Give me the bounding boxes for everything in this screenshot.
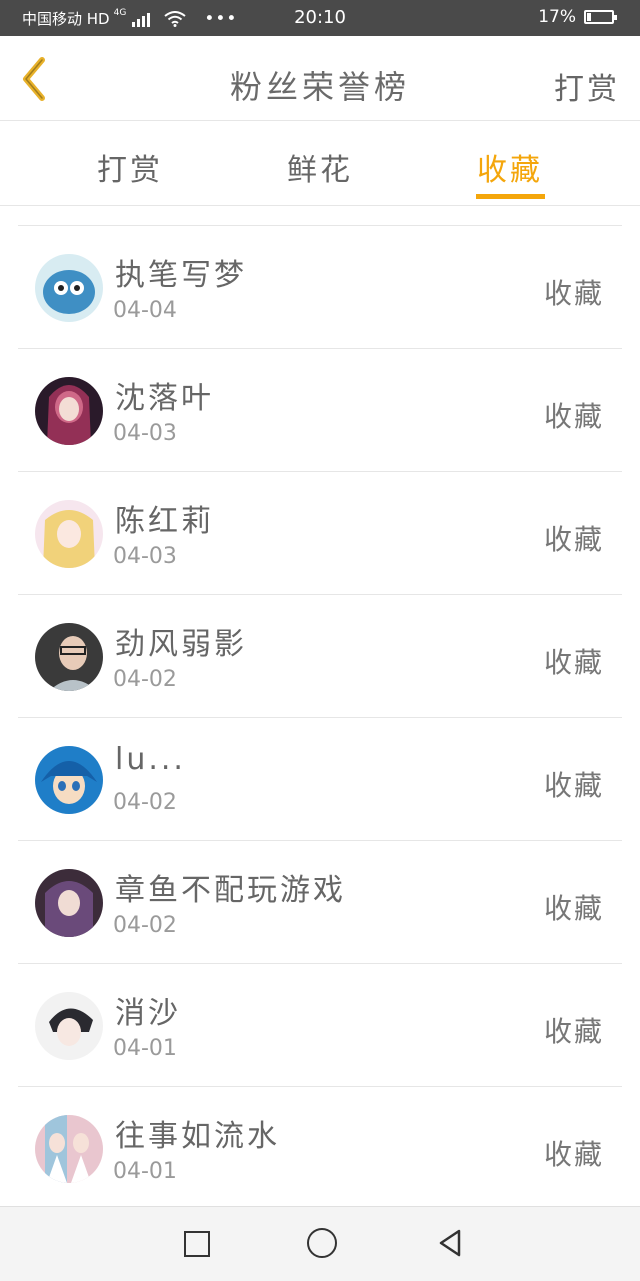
avatar	[35, 623, 103, 691]
avatar	[35, 1115, 103, 1183]
recents-square-icon[interactable]	[184, 1231, 210, 1257]
avatar	[35, 992, 103, 1060]
reward-button[interactable]: 打赏	[554, 64, 620, 108]
list-item[interactable]: 章鱼不配玩游戏 04-02 收藏	[18, 841, 622, 964]
list-item[interactable]: lu... 04-02 收藏	[18, 718, 622, 841]
avatar	[35, 500, 103, 568]
tab-reward[interactable]: 打赏	[70, 145, 190, 189]
fan-action: 收藏	[543, 523, 604, 556]
avatar	[35, 746, 103, 814]
fan-date: 04-01	[113, 1159, 177, 1184]
fan-name: 消沙	[115, 996, 181, 1031]
list-item[interactable]: 执笔写梦 04-04 收藏	[18, 226, 622, 349]
fan-name: 陈红莉	[115, 504, 214, 539]
avatar	[35, 869, 103, 937]
list-item[interactable]: 消沙 04-01 收藏	[18, 964, 622, 1087]
back-triangle-icon[interactable]	[436, 1227, 464, 1259]
fan-date: 04-02	[113, 913, 177, 938]
app-header: 粉丝荣誉榜 打赏	[0, 36, 640, 121]
list-item[interactable]: 往事如流水 04-01 收藏	[18, 1087, 622, 1210]
fan-action: 收藏	[543, 1138, 604, 1171]
fan-date: 04-03	[113, 421, 177, 446]
active-tab-indicator	[476, 194, 545, 199]
fan-date: 04-03	[113, 544, 177, 569]
fan-list: 执笔写梦 04-04 收藏 沈落叶 04-03 收藏 陈红莉 04-03 收藏 …	[18, 225, 622, 1210]
home-circle-icon[interactable]	[307, 1228, 337, 1258]
fan-action: 收藏	[543, 769, 604, 802]
battery-percent: 17%	[538, 7, 576, 27]
tab-flowers[interactable]: 鲜花	[260, 145, 380, 189]
fan-date: 04-02	[113, 790, 177, 815]
list-item[interactable]: 陈红莉 04-03 收藏	[18, 472, 622, 595]
avatar	[35, 254, 103, 322]
fan-name: lu...	[115, 742, 186, 777]
fan-date: 04-01	[113, 1036, 177, 1061]
fan-action: 收藏	[543, 892, 604, 925]
status-right: 17%	[538, 7, 617, 27]
fan-name: 执笔写梦	[115, 258, 247, 293]
tab-favorites[interactable]: 收藏	[450, 145, 570, 189]
fan-action: 收藏	[543, 277, 604, 310]
fan-date: 04-04	[113, 298, 177, 323]
list-item[interactable]: 沈落叶 04-03 收藏	[18, 349, 622, 472]
avatar	[35, 377, 103, 445]
list-item[interactable]: 劲风弱影 04-02 收藏	[18, 595, 622, 718]
fan-name: 劲风弱影	[115, 627, 247, 662]
fan-action: 收藏	[543, 1015, 604, 1048]
battery-icon	[584, 10, 617, 24]
fan-date: 04-02	[113, 667, 177, 692]
status-bar: 中国移动 HD 4G ••• 20:10 17%	[0, 0, 640, 36]
system-nav-bar	[0, 1206, 640, 1281]
page-title: 粉丝荣誉榜	[229, 68, 410, 106]
fan-name: 往事如流水	[115, 1119, 280, 1154]
fan-action: 收藏	[543, 646, 604, 679]
fan-action: 收藏	[543, 400, 604, 433]
fan-name: 章鱼不配玩游戏	[115, 873, 346, 908]
fan-name: 沈落叶	[115, 381, 214, 416]
